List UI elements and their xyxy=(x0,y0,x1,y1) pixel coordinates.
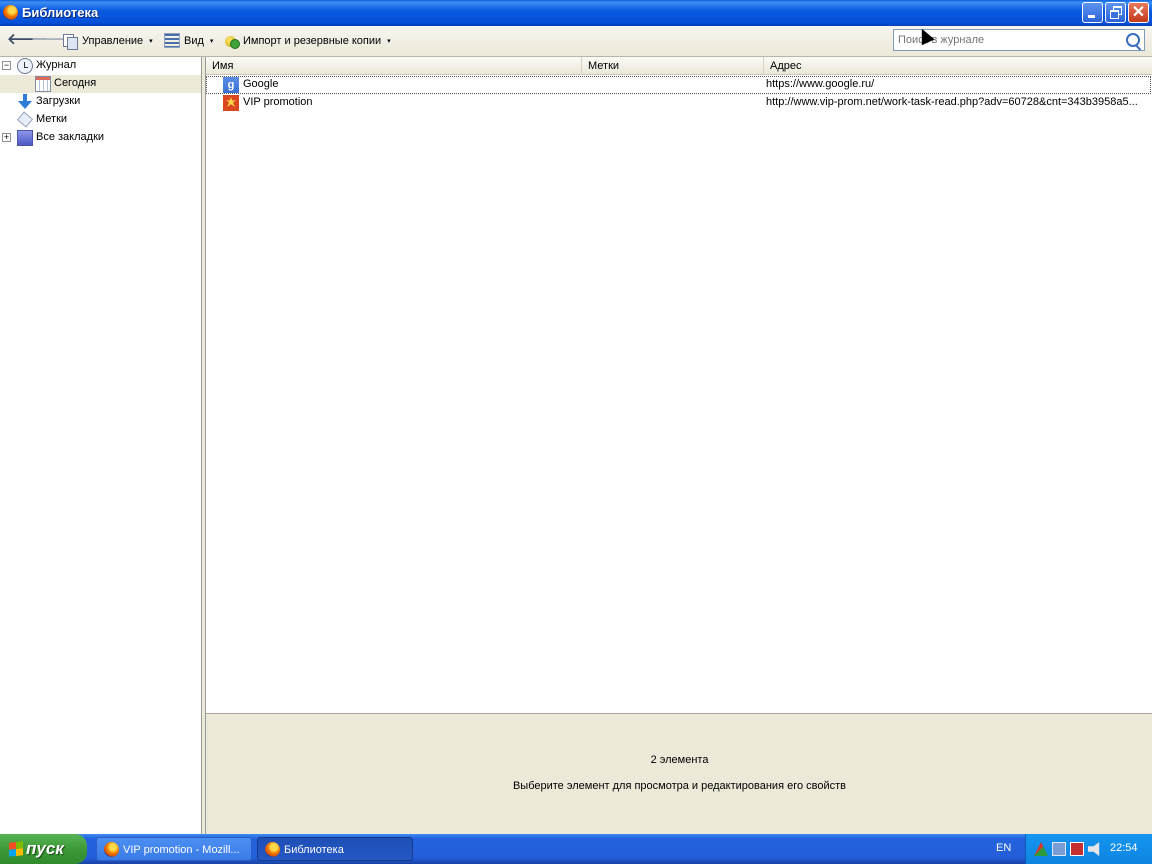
chevron-down-icon: ▾ xyxy=(149,37,153,45)
table-row[interactable]: VIP promotion http://www.vip-prom.net/wo… xyxy=(206,94,1151,112)
tree-item-tags[interactable]: Метки xyxy=(0,111,201,129)
minimize-icon xyxy=(1083,3,1102,22)
view-list-icon xyxy=(164,33,180,48)
firefox-icon xyxy=(104,842,119,857)
download-arrow-icon xyxy=(17,94,33,110)
table-row[interactable]: g Google https://www.google.ru/ xyxy=(206,76,1151,94)
search-icon[interactable] xyxy=(1126,33,1140,47)
column-header-name[interactable]: Имя xyxy=(206,57,582,74)
row-address: https://www.google.ru/ xyxy=(766,78,875,90)
taskbar-button-library[interactable]: Библиотека xyxy=(257,837,413,861)
minimize-button[interactable] xyxy=(1082,2,1103,23)
google-favicon-icon: g xyxy=(223,77,239,93)
tree-item-label: Метки xyxy=(36,113,68,125)
details-pane: 2 элемента Выберите элемент для просмотр… xyxy=(205,713,1152,835)
tree-item-label: Журнал xyxy=(36,59,77,71)
tree-item-downloads[interactable]: Загрузки xyxy=(0,93,201,111)
title-bar[interactable]: Библиотека ✕ xyxy=(0,0,1152,26)
maximize-button[interactable] xyxy=(1105,2,1126,23)
language-indicator[interactable]: EN xyxy=(996,842,1011,854)
antivirus-tray-icon[interactable] xyxy=(1034,842,1048,856)
network-tray-icon[interactable] xyxy=(1052,842,1066,856)
tree-item-label: Загрузки xyxy=(36,95,81,107)
calendar-today-icon xyxy=(35,76,51,92)
close-button[interactable]: ✕ xyxy=(1128,2,1149,23)
places-tree[interactable]: − Журнал Сегодня Загрузки Метки + Все за… xyxy=(0,57,202,834)
column-header-address[interactable]: Адрес xyxy=(764,57,1152,74)
window-title: Библиотека xyxy=(22,5,99,20)
firefox-icon xyxy=(265,842,280,857)
organize-icon xyxy=(62,33,78,50)
tag-icon xyxy=(17,112,33,128)
close-icon: ✕ xyxy=(1131,4,1146,21)
taskbar-button-vip-promotion[interactable]: VIP promotion - Mozill... xyxy=(96,837,252,861)
expand-icon[interactable]: + xyxy=(2,133,11,142)
collapse-icon[interactable]: − xyxy=(2,61,11,70)
firefox-app-icon[interactable] xyxy=(3,5,18,20)
taskbar: пуск VIP promotion - Mozill... Библиотек… xyxy=(0,834,1152,864)
clock[interactable]: 22:54 xyxy=(1110,842,1138,854)
windows-flag-icon xyxy=(9,841,23,857)
import-label: Импорт и резервные копии xyxy=(243,34,382,47)
history-list[interactable]: Имя Метки Адрес g Google https://www.goo… xyxy=(205,57,1152,713)
tree-item-all-bookmarks[interactable]: + Все закладки xyxy=(0,129,201,147)
forward-arrow-icon[interactable]: 🡒 xyxy=(31,32,71,48)
history-clock-icon xyxy=(17,58,33,74)
item-count: 2 элемента xyxy=(650,754,709,766)
taskbar-button-label: VIP promotion - Mozill... xyxy=(123,844,240,856)
back-arrow-icon[interactable]: 🡐 xyxy=(7,32,47,48)
vip-promotion-favicon-icon xyxy=(223,95,239,111)
details-hint: Выберите элемент для просмотра и редакти… xyxy=(512,780,847,792)
tree-item-label: Сегодня xyxy=(54,77,97,89)
start-label: пуск xyxy=(26,839,64,858)
tree-item-history[interactable]: − Журнал xyxy=(0,57,201,75)
column-header: Имя Метки Адрес xyxy=(206,57,1152,75)
view-menu-button[interactable]: Вид ▾ xyxy=(164,32,213,49)
taskbar-button-label: Библиотека xyxy=(284,844,344,856)
row-address: http://www.vip-prom.net/work-task-read.p… xyxy=(766,96,1138,108)
organize-label: Управление xyxy=(82,34,144,47)
column-header-tags[interactable]: Метки xyxy=(582,57,764,74)
start-button[interactable]: пуск xyxy=(0,834,87,864)
tree-item-today[interactable]: Сегодня xyxy=(0,75,201,93)
chevron-down-icon: ▾ xyxy=(387,37,391,45)
volume-muted-icon[interactable] xyxy=(1088,842,1100,856)
organize-menu-button[interactable]: Управление ▾ xyxy=(62,32,153,50)
view-label: Вид xyxy=(184,34,204,47)
row-name: VIP promotion xyxy=(243,96,313,108)
all-bookmarks-icon xyxy=(17,130,33,146)
tree-item-label: Все закладки xyxy=(36,131,105,143)
chevron-down-icon: ▾ xyxy=(209,37,214,45)
restore-icon xyxy=(1106,3,1125,22)
row-name: Google xyxy=(243,78,279,90)
import-backup-menu-button[interactable]: Импорт и резервные копии ▾ xyxy=(223,32,391,49)
import-star-icon xyxy=(223,33,240,49)
security-alert-tray-icon[interactable] xyxy=(1070,842,1084,856)
